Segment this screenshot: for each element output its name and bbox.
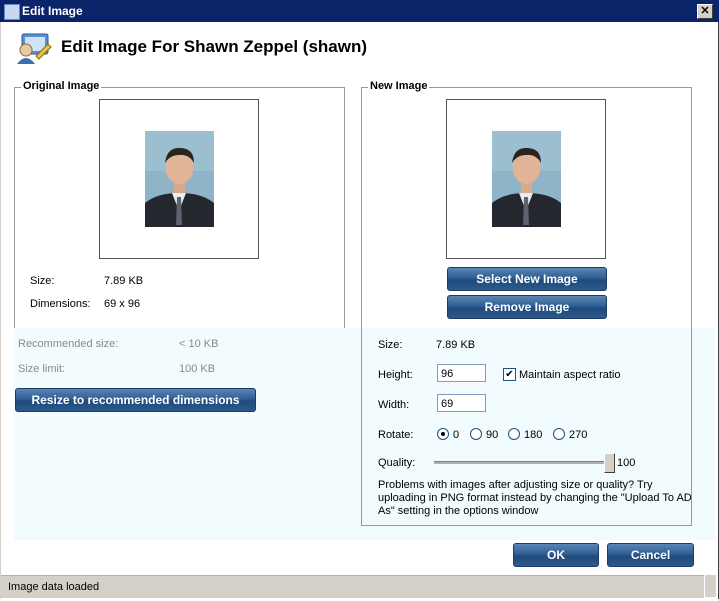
page-title: Edit Image For Shawn Zeppel (shawn) [61, 37, 368, 56]
rotate-option-0: 0 [453, 429, 460, 441]
cancel-button[interactable]: Cancel [607, 543, 694, 567]
ok-button[interactable]: OK [513, 543, 599, 567]
rotate-option-180: 180 [524, 429, 543, 441]
rotate-label: Rotate: [378, 429, 414, 441]
width-label: Width: [378, 399, 410, 411]
original-size-label: Size: [30, 275, 55, 287]
rotate-option-270: 270 [569, 429, 588, 441]
original-image-legend: Original Image [21, 80, 102, 92]
close-button[interactable]: ✕ [697, 4, 713, 19]
original-image-group: Original Image Size: 7.89 KB Dimensions:… [14, 80, 345, 330]
checkmark-icon: ✔ [505, 369, 514, 380]
new-photo [492, 131, 561, 227]
close-icon: ✕ [700, 5, 710, 17]
remove-image-button[interactable]: Remove Image [447, 295, 607, 319]
new-image-frame [446, 99, 606, 259]
original-photo [145, 131, 214, 227]
original-dimensions-value: 69 x 96 [104, 298, 141, 310]
quality-label: Quality: [378, 457, 416, 469]
quality-slider-thumb[interactable] [604, 453, 615, 473]
quality-value: 100 [617, 457, 636, 469]
app-icon [4, 4, 20, 20]
status-bar: Image data loaded [1, 575, 704, 598]
png-note: Problems with images after adjusting siz… [378, 479, 692, 517]
width-input[interactable]: 69 [437, 394, 486, 412]
height-input[interactable]: 96 [437, 364, 486, 382]
maintain-aspect-checkbox[interactable]: ✔ [503, 368, 516, 381]
new-size-value: 7.89 KB [436, 339, 476, 351]
new-image-legend: New Image [368, 80, 430, 92]
window-title: Edit Image [22, 4, 83, 18]
original-dimensions-label: Dimensions: [30, 298, 91, 310]
recommended-size-value: < 10 KB [179, 338, 219, 350]
rotate-option-90: 90 [486, 429, 499, 441]
size-limit-label: Size limit: [18, 363, 66, 375]
recommended-size-label: Recommended size: [18, 338, 119, 350]
height-label: Height: [378, 369, 413, 381]
maintain-aspect-label: Maintain aspect ratio [519, 369, 621, 381]
original-image-frame [99, 99, 259, 259]
new-size-label: Size: [378, 339, 403, 351]
resize-button[interactable]: Resize to recommended dimensions [15, 388, 256, 412]
quality-slider-track[interactable] [434, 461, 610, 464]
original-size-value: 7.89 KB [104, 275, 144, 287]
user-edit-icon [17, 33, 52, 64]
title-bar[interactable]: Edit Image ✕ [0, 0, 719, 22]
rotate-radio-270[interactable] [553, 428, 565, 440]
select-new-image-button[interactable]: Select New Image [447, 267, 607, 291]
size-limit-value: 100 KB [179, 363, 216, 375]
status-text: Image data loaded [8, 581, 100, 593]
rotate-radio-90[interactable] [470, 428, 482, 440]
resize-grip[interactable] [705, 575, 716, 597]
rotate-radio-0[interactable] [437, 428, 449, 440]
rotate-radio-180[interactable] [508, 428, 520, 440]
